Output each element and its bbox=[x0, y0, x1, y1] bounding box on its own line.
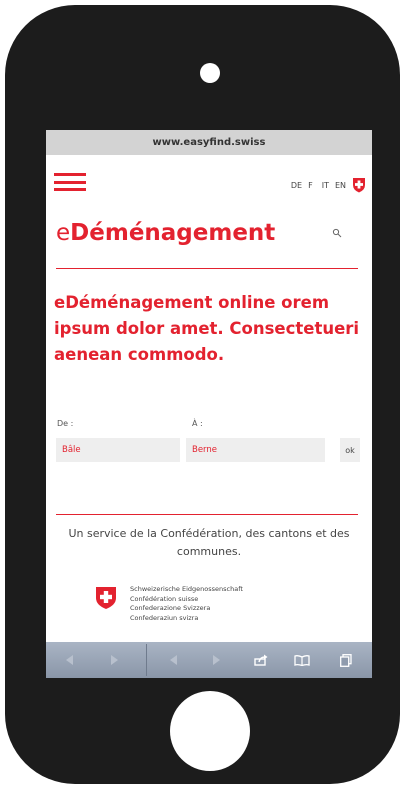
confederation-name: Schweizerische Eidgenossenschaft bbox=[130, 585, 243, 593]
swiss-flag-icon bbox=[352, 177, 366, 193]
search-icon[interactable] bbox=[332, 228, 342, 241]
home-button[interactable] bbox=[170, 691, 250, 771]
from-label: De : bbox=[57, 419, 74, 428]
back-icon[interactable] bbox=[164, 642, 184, 678]
title-main: Déménagement bbox=[70, 220, 276, 246]
lang-de[interactable]: DE bbox=[291, 181, 302, 190]
camera-dot bbox=[200, 63, 220, 83]
forward-icon[interactable] bbox=[104, 642, 124, 678]
to-label: À : bbox=[192, 419, 203, 428]
lang-it[interactable]: IT bbox=[322, 181, 329, 190]
confederation-names: Schweizerische Eidgenossenschaft Confédé… bbox=[130, 585, 243, 623]
ok-button[interactable]: ok bbox=[340, 438, 360, 462]
from-value: Bâle bbox=[62, 445, 81, 455]
browser-toolbar bbox=[46, 642, 372, 678]
hamburger-icon[interactable] bbox=[54, 173, 86, 191]
url-text: www.easyfind.swiss bbox=[152, 137, 266, 148]
service-text: Un service de la Confédération, des cant… bbox=[68, 527, 350, 558]
phone-screen: www.easyfind.swiss DE F IT EN eDéménagem… bbox=[46, 130, 372, 678]
lang-en[interactable]: EN bbox=[335, 181, 346, 190]
confederation-name: Confederaziun svizra bbox=[130, 613, 199, 622]
url-bar[interactable]: www.easyfind.swiss bbox=[46, 130, 372, 155]
page-title: eDéménagement bbox=[56, 220, 275, 246]
confederation-name: Confederazione Svizzera bbox=[130, 604, 211, 612]
headline: eDéménagement online orem ipsum dolor am… bbox=[54, 293, 360, 364]
bookmarks-icon[interactable] bbox=[290, 642, 314, 678]
to-value: Berne bbox=[192, 445, 218, 455]
divider bbox=[56, 268, 358, 269]
back-icon[interactable] bbox=[60, 642, 80, 678]
lang-f[interactable]: F bbox=[308, 181, 313, 190]
toolbar-separator bbox=[146, 644, 147, 676]
confederation-name: Confédération suisse bbox=[130, 594, 199, 603]
forward-icon[interactable] bbox=[206, 642, 226, 678]
language-switcher: DE F IT EN bbox=[291, 177, 366, 193]
title-prefix: e bbox=[56, 220, 71, 246]
from-field[interactable]: Bâle bbox=[56, 438, 180, 462]
divider bbox=[56, 514, 358, 515]
confederation-logo-icon bbox=[95, 586, 117, 610]
tabs-icon[interactable] bbox=[336, 642, 356, 678]
to-field[interactable]: Berne bbox=[186, 438, 325, 462]
share-icon[interactable] bbox=[250, 642, 272, 678]
